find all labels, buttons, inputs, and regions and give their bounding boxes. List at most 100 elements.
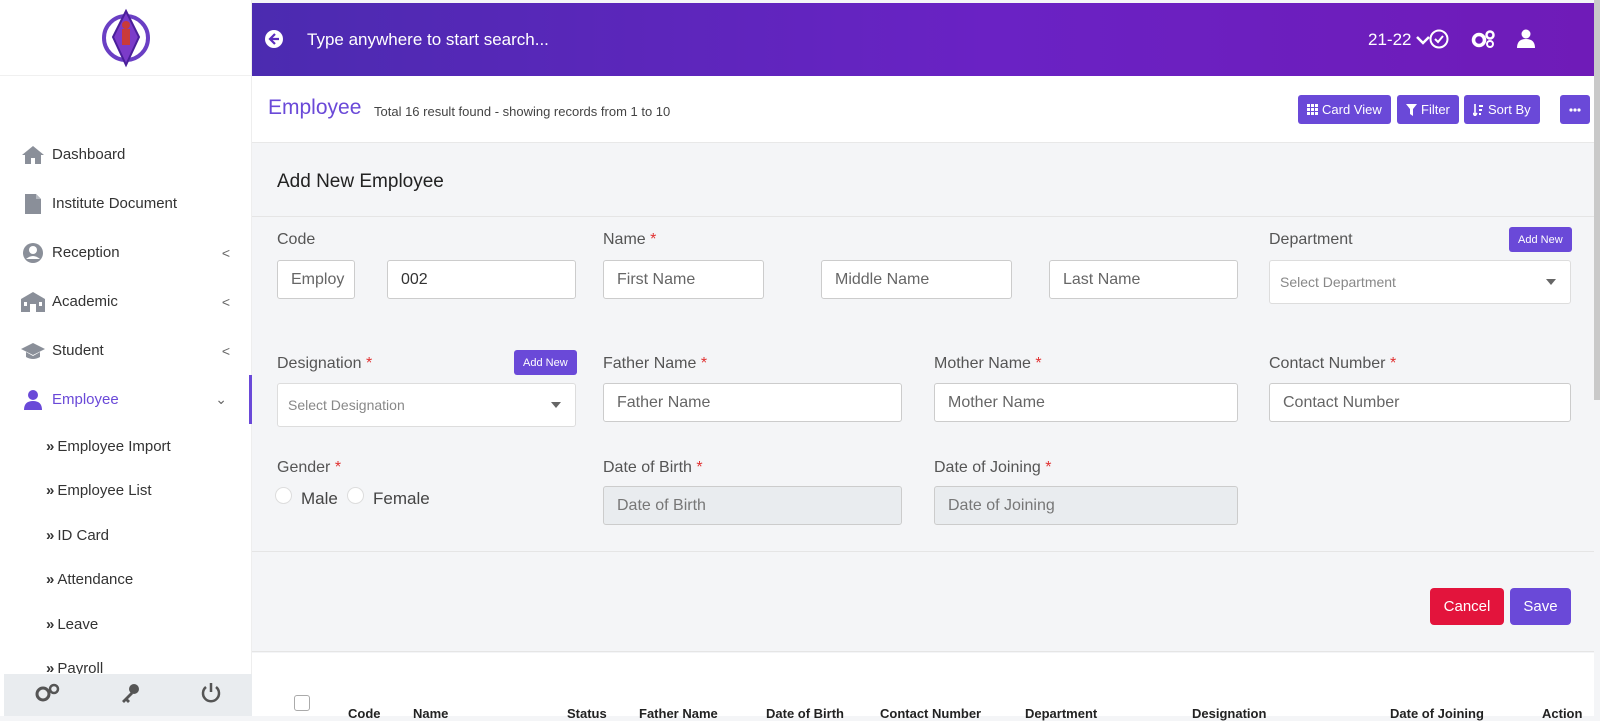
back-arrow-icon[interactable] <box>264 29 284 54</box>
department-select[interactable]: Select Department <box>1269 260 1571 304</box>
logo-icon <box>101 8 150 67</box>
sort-by-label: Sort By <box>1488 102 1531 117</box>
column-header[interactable]: Date of Joining <box>1390 706 1484 721</box>
column-header[interactable]: Action <box>1542 706 1582 721</box>
department-placeholder: Select Department <box>1280 274 1396 290</box>
graduation-cap-icon <box>20 340 46 362</box>
name-label: Name * <box>603 231 656 249</box>
user-icon[interactable] <box>1517 29 1535 54</box>
doj-label-text: Date of Joining <box>934 459 1041 476</box>
sidebar-subitem-id-card[interactable]: » ID Card <box>0 513 252 558</box>
gender-label-text: Gender <box>277 459 331 476</box>
code-label-text: Code <box>277 231 316 248</box>
sort-by-button[interactable]: Sort By <box>1464 95 1540 124</box>
gender-female-label: Female <box>373 489 430 508</box>
last-name-input[interactable]: Last Name <box>1049 260 1238 299</box>
dob-input[interactable]: Date of Birth <box>603 486 902 525</box>
double-chevron-icon: » <box>46 526 54 544</box>
required-mark: * <box>700 355 708 372</box>
code-number-input[interactable]: 002 <box>387 260 576 299</box>
filter-label: Filter <box>1421 102 1450 117</box>
father-name-input[interactable]: Father Name <box>603 383 902 422</box>
card-view-button[interactable]: Card View <box>1298 95 1391 124</box>
sidebar-item-label: Dashboard <box>52 146 126 163</box>
settings-icon[interactable] <box>1470 29 1496 54</box>
column-header[interactable]: Department <box>1025 706 1097 721</box>
sidebar-item-employee[interactable]: Employee ⌄ <box>0 375 252 424</box>
check-circle-icon[interactable] <box>1429 29 1449 54</box>
employee-table: Code Name Status Father Name Date of Bir… <box>252 653 1594 721</box>
doj-label: Date of Joining * <box>934 459 1051 477</box>
sidebar-subitem-attendance[interactable]: » Attendance <box>0 558 252 603</box>
filter-icon <box>1406 103 1417 116</box>
column-header[interactable]: Code <box>348 706 381 721</box>
form-divider <box>252 551 1594 552</box>
sidebar-item-label: Reception <box>52 244 120 261</box>
sidebar-item-academic[interactable]: Academic < <box>0 277 252 326</box>
first-name-input[interactable]: First Name <box>603 260 764 299</box>
required-mark: * <box>696 459 703 476</box>
more-options-button[interactable] <box>1560 95 1590 124</box>
sidebar-item-institute-document[interactable]: Institute Document <box>0 179 252 228</box>
sidebar-item-student[interactable]: Student < <box>0 326 252 375</box>
sidebar-subitem-label: Leave <box>57 615 99 633</box>
chevron-left-icon: < <box>221 244 230 261</box>
code-label: Code <box>277 231 315 249</box>
add-department-button[interactable]: Add New <box>1509 227 1572 252</box>
key-icon[interactable] <box>119 682 141 709</box>
year-selector[interactable]: 21-22 <box>1368 30 1431 50</box>
sidebar-subitem-label: Attendance <box>57 571 134 589</box>
chevron-down-icon: ⌄ <box>215 391 227 407</box>
global-search-input[interactable]: Type anywhere to start search... <box>307 30 549 50</box>
save-button[interactable]: Save <box>1510 588 1571 625</box>
column-header[interactable]: Designation <box>1192 706 1266 721</box>
father-name-label: Father Name * <box>603 355 707 373</box>
add-designation-button[interactable]: Add New <box>514 350 577 375</box>
middle-name-input[interactable]: Middle Name <box>821 260 1012 299</box>
school-icon <box>20 291 46 313</box>
grid-icon <box>1307 104 1318 115</box>
sidebar-item-reception[interactable]: Reception < <box>0 228 252 277</box>
gender-male-radio[interactable] <box>275 487 292 504</box>
page-title: Employee <box>268 96 362 119</box>
column-header[interactable]: Status <box>567 706 607 721</box>
doj-input[interactable]: Date of Joining <box>934 486 1238 525</box>
sidebar-item-dashboard[interactable]: Dashboard <box>0 130 252 179</box>
page-scrollbar[interactable] <box>1594 0 1600 400</box>
name-label-text: Name <box>603 231 646 248</box>
designation-placeholder: Select Designation <box>288 397 405 413</box>
required-mark: * <box>1035 355 1042 372</box>
filter-button[interactable]: Filter <box>1397 95 1459 124</box>
sidebar-subitem-leave[interactable]: » Leave <box>0 602 252 647</box>
required-mark: * <box>365 355 373 372</box>
required-mark: * <box>1389 355 1397 372</box>
select-all-checkbox[interactable] <box>294 695 310 711</box>
mother-name-input[interactable]: Mother Name <box>934 383 1238 422</box>
caret-down-icon <box>1546 279 1556 285</box>
mother-name-label-text: Mother Name <box>934 355 1031 372</box>
double-chevron-icon: » <box>46 571 54 589</box>
column-header[interactable]: Name <box>413 706 448 721</box>
sidebar: Dashboard Institute Document Reception <… <box>0 0 252 716</box>
power-icon[interactable] <box>200 682 222 709</box>
contact-number-label: Contact Number * <box>1269 355 1396 373</box>
logo[interactable] <box>0 0 251 76</box>
dob-label-text: Date of Birth <box>603 459 692 476</box>
caret-down-icon <box>551 402 561 408</box>
required-mark: * <box>650 231 657 248</box>
column-header[interactable]: Father Name <box>639 706 718 721</box>
cancel-button[interactable]: Cancel <box>1430 588 1504 625</box>
contact-number-input[interactable]: Contact Number <box>1269 383 1571 422</box>
settings-icon[interactable] <box>34 683 60 708</box>
gender-label: Gender * <box>277 459 341 477</box>
gender-female-radio[interactable] <box>347 487 364 504</box>
code-prefix-input[interactable]: Employ <box>277 260 355 299</box>
column-header[interactable]: Date of Birth <box>766 706 844 721</box>
column-header[interactable]: Contact Number <box>880 706 981 721</box>
add-employee-form: Add New Employee Code Employ 002 Name * … <box>252 143 1594 653</box>
sidebar-subitem-employee-list[interactable]: » Employee List <box>0 469 252 514</box>
sidebar-subitem-employee-import[interactable]: » Employee Import <box>0 424 252 469</box>
designation-select[interactable]: Select Designation <box>277 383 576 427</box>
chevron-left-icon: < <box>221 293 230 310</box>
sidebar-subitem-label: Employee List <box>57 482 152 500</box>
